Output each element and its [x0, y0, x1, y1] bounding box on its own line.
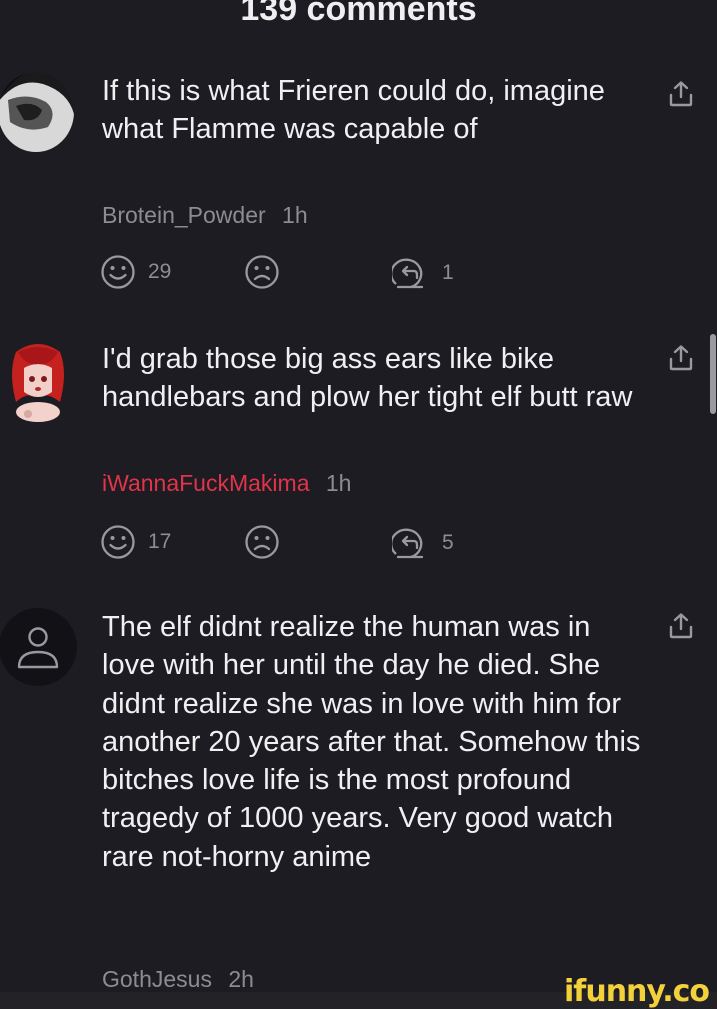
like-button[interactable]: 29	[100, 254, 171, 290]
like-count: 29	[148, 260, 172, 283]
avatar-image	[0, 72, 74, 152]
share-icon[interactable]	[668, 80, 694, 108]
scrollbar[interactable]	[710, 334, 716, 414]
reply-count: 1	[442, 261, 454, 284]
watermark: ifunny.co	[564, 974, 710, 1009]
avatar[interactable]	[0, 72, 74, 152]
avatar-image	[12, 344, 64, 422]
comment-time: 1h	[282, 202, 308, 228]
comment-meta: iWannaFuckMakima 1h	[102, 470, 351, 497]
frown-icon	[245, 255, 279, 289]
comment-actions: 29 1	[100, 254, 500, 294]
comment-username[interactable]: Brotein_Powder	[102, 202, 266, 228]
comment-meta: GothJesus 2h	[102, 966, 254, 993]
reply-icon	[392, 258, 424, 289]
reply-button[interactable]: 5	[392, 524, 454, 562]
comment-username[interactable]: GothJesus	[102, 966, 212, 992]
reply-button[interactable]: 1	[392, 254, 454, 292]
user-icon	[17, 627, 59, 669]
comment-text: I'd grab those big ass ears like bike ha…	[102, 343, 633, 414]
comment-text: If this is what Frieren could do, imagin…	[102, 75, 605, 146]
reply-icon	[392, 528, 424, 559]
comment-time: 2h	[228, 966, 254, 992]
smile-icon	[101, 255, 135, 289]
dislike-button[interactable]	[244, 524, 280, 560]
comment-actions: 17 5	[100, 524, 500, 564]
page-title: 139 comments	[240, 0, 477, 28]
share-icon[interactable]	[668, 612, 694, 640]
dislike-button[interactable]	[244, 254, 280, 290]
smile-icon	[101, 525, 135, 559]
share-icon[interactable]	[668, 344, 694, 372]
comment-text: The elf didnt realize the human was in l…	[102, 611, 641, 873]
frown-icon	[245, 525, 279, 559]
comments-page: 139 comments If this is what Frieren cou…	[0, 0, 717, 1009]
comment-time: 1h	[325, 470, 352, 496]
like-count: 17	[148, 530, 172, 553]
reply-count: 5	[442, 531, 454, 554]
avatar[interactable]	[8, 342, 68, 422]
avatar[interactable]	[0, 608, 77, 686]
comment-username[interactable]: iWannaFuckMakima	[102, 470, 309, 496]
like-button[interactable]: 17	[100, 524, 171, 560]
comment-meta: Brotein_Powder 1h	[102, 202, 308, 229]
